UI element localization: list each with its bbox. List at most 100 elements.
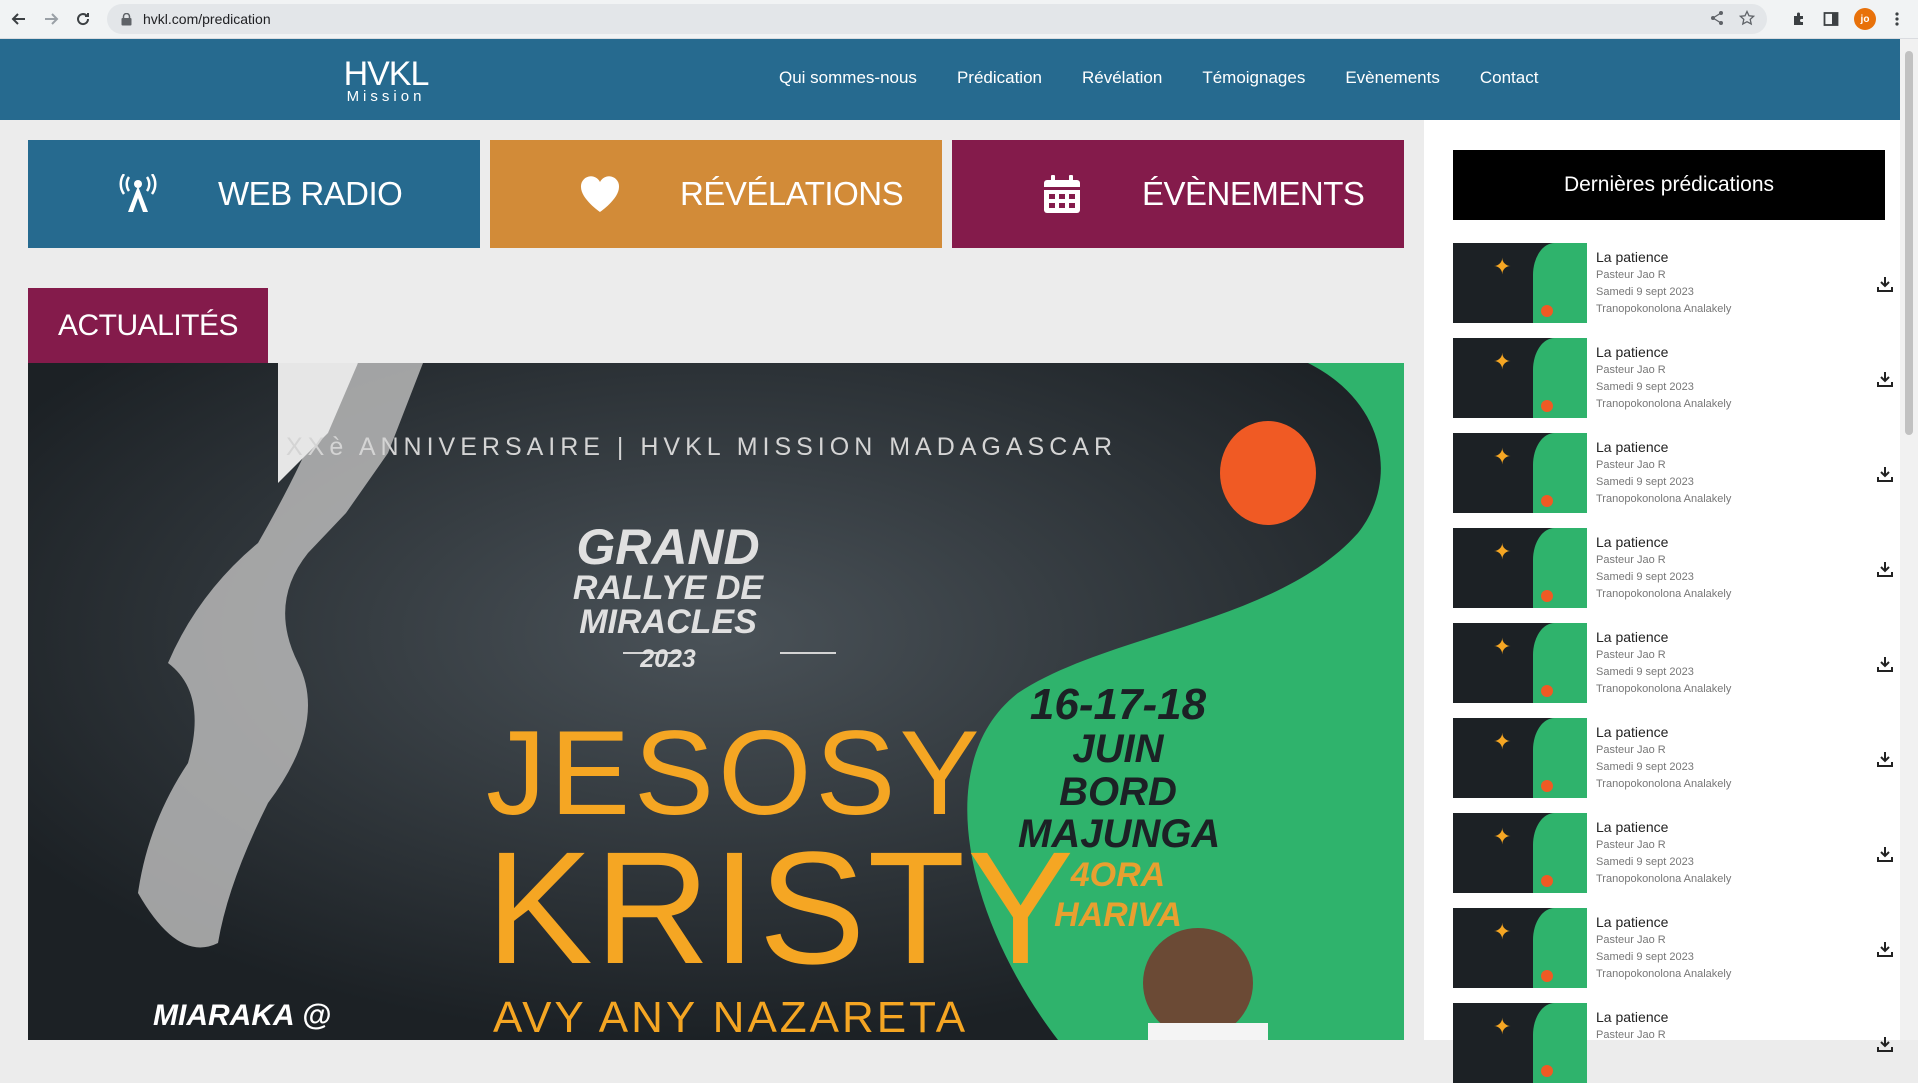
nav-revelation[interactable]: Révélation xyxy=(1082,68,1162,88)
sermon-item[interactable]: ✦ La patience Pasteur Jao R Samedi 9 sept 2… xyxy=(1453,243,1893,323)
share-icon[interactable] xyxy=(1709,10,1725,29)
sidebar-title: Dernières prédications xyxy=(1453,150,1885,220)
page-scrollbar[interactable] xyxy=(1900,39,1918,1040)
main-nav: Qui sommes-nous Prédication Révélation T… xyxy=(779,68,1578,88)
sermon-title[interactable]: La patience xyxy=(1596,724,1731,740)
sermon-title[interactable]: La patience xyxy=(1596,629,1731,645)
sermon-thumbnail[interactable]: ✦ xyxy=(1453,813,1587,893)
site-logo[interactable]: HVKL Mission xyxy=(338,57,434,104)
poster-title-kristy: KRISTY xyxy=(486,818,1076,997)
sermon-speaker: Pasteur Jao R xyxy=(1596,839,1666,851)
thumbnail-title-art: ✦ xyxy=(1493,634,1512,659)
nav-temoignages[interactable]: Témoignages xyxy=(1202,68,1305,88)
latest-sermons-sidebar: Dernières prédications ✦ La patience Paste… xyxy=(1424,120,1900,1083)
back-arrow-icon[interactable] xyxy=(6,6,32,32)
download-icon[interactable] xyxy=(1876,465,1894,483)
nav-evenements[interactable]: Evènements xyxy=(1345,68,1440,88)
download-icon[interactable] xyxy=(1876,370,1894,388)
poster-city: MAJUNGA xyxy=(1018,812,1221,856)
nav-predication[interactable]: Prédication xyxy=(957,68,1042,88)
sermon-title[interactable]: La patience xyxy=(1596,249,1731,265)
sermon-speaker: Pasteur Jao R xyxy=(1596,649,1666,661)
thumbnail-orange-dot xyxy=(1541,970,1553,982)
sermon-thumbnail[interactable]: ✦ xyxy=(1453,433,1587,513)
bookmark-star-icon[interactable] xyxy=(1738,9,1756,29)
news-poster-image[interactable]: XXè ANNIVERSAIRE | HVKL MISSION MADAGASC… xyxy=(28,363,1404,1040)
poster-grand: GRAND xyxy=(576,519,760,575)
forward-arrow-icon[interactable] xyxy=(38,6,64,32)
sermon-place: Tranopokonolona Analakely xyxy=(1596,493,1732,505)
sermon-item[interactable]: ✦ La patience Pasteur Jao R Samedi 9 sept 2… xyxy=(1453,623,1893,703)
download-icon[interactable] xyxy=(1876,1035,1894,1053)
thumbnail-orange-dot xyxy=(1541,1065,1553,1077)
url-text: hvkl.com/predication xyxy=(143,11,271,27)
poster-month: JUIN xyxy=(1072,727,1164,771)
sermon-item[interactable]: ✦ La patience Pasteur Jao R Samedi 9 sept 2… xyxy=(1453,718,1893,798)
poster-dates: 16-17-18 xyxy=(1029,680,1207,729)
sermon-item[interactable]: ✦ La patience Pasteur Jao R Samedi 9 sept 2… xyxy=(1453,338,1893,418)
side-panel-icon[interactable] xyxy=(1820,8,1842,30)
sermon-item[interactable]: ✦ La patience Pasteur Jao R Samedi 9 sept 2… xyxy=(1453,433,1893,513)
sermon-date: Samedi 9 sept 2023 xyxy=(1596,381,1694,393)
nav-qui-sommes-nous[interactable]: Qui sommes-nous xyxy=(779,68,917,88)
download-icon[interactable] xyxy=(1876,940,1894,958)
web-radio-label: WEB RADIO xyxy=(218,175,403,212)
sermon-thumbnail[interactable]: ✦ xyxy=(1453,243,1587,323)
extensions-puzzle-icon[interactable] xyxy=(1788,8,1810,30)
poster-title-nazareta: AVY ANY NAZARETA xyxy=(493,993,969,1040)
sermon-place: Tranopokonolona Analakely xyxy=(1596,588,1732,600)
sermon-item[interactable]: ✦ La patience Pasteur Jao R Samedi 9 sept 2… xyxy=(1453,813,1893,893)
sermon-item[interactable]: ✦ La patience Pasteur Jao R Samedi 9 sept 2… xyxy=(1453,908,1893,988)
sermon-thumbnail[interactable]: ✦ xyxy=(1453,718,1587,798)
download-icon[interactable] xyxy=(1876,560,1894,578)
sermon-info: La patience Pasteur Jao R Samedi 9 sept 20… xyxy=(1596,249,1731,318)
sermon-title[interactable]: La patience xyxy=(1596,1009,1668,1025)
sermon-info: La patience Pasteur Jao R xyxy=(1596,1009,1668,1044)
calendar-icon xyxy=(1032,174,1092,214)
sermon-title[interactable]: La patience xyxy=(1596,344,1731,360)
sermon-speaker: Pasteur Jao R xyxy=(1596,744,1666,756)
sermon-thumbnail[interactable]: ✦ xyxy=(1453,1003,1587,1083)
download-icon[interactable] xyxy=(1876,275,1894,293)
poster-rallye: RALLYE DE xyxy=(572,569,764,607)
sermon-speaker: Pasteur Jao R xyxy=(1596,554,1666,566)
thumbnail-orange-dot xyxy=(1541,875,1553,887)
sermon-thumbnail[interactable]: ✦ xyxy=(1453,528,1587,608)
sermon-title[interactable]: La patience xyxy=(1596,534,1731,550)
thumbnail-orange-dot xyxy=(1541,495,1553,507)
sermon-speaker: Pasteur Jao R xyxy=(1596,934,1666,946)
sermon-thumbnail[interactable]: ✦ xyxy=(1453,338,1587,418)
revelations-tile[interactable]: RÉVÉLATIONS xyxy=(490,140,942,248)
poster-title-jesosy: JESOSY xyxy=(486,706,984,840)
sermon-info: La patience Pasteur Jao R Samedi 9 sept 20… xyxy=(1596,439,1731,508)
thumbnail-orange-dot xyxy=(1541,590,1553,602)
sermon-info: La patience Pasteur Jao R Samedi 9 sept 20… xyxy=(1596,629,1731,698)
sermon-item[interactable]: ✦ La patience Pasteur Jao R Samedi 9 sept 2… xyxy=(1453,528,1893,608)
scrollbar-thumb[interactable] xyxy=(1905,51,1913,435)
sermon-thumbnail[interactable]: ✦ xyxy=(1453,623,1587,703)
sermon-info: La patience Pasteur Jao R Samedi 9 sept 20… xyxy=(1596,724,1731,793)
sermon-place: Tranopokonolona Analakely xyxy=(1596,398,1732,410)
sermon-title[interactable]: La patience xyxy=(1596,439,1731,455)
sermon-speaker: Pasteur Jao R xyxy=(1596,1029,1666,1041)
thumbnail-title-art: ✦ xyxy=(1493,919,1512,944)
poster-miaraka: MIARAKA @ xyxy=(153,999,332,1032)
sermon-thumbnail[interactable]: ✦ xyxy=(1453,908,1587,988)
download-icon[interactable] xyxy=(1876,655,1894,673)
web-radio-tile[interactable]: WEB RADIO xyxy=(28,140,480,248)
browser-toolbar: hvkl.com/predication jo xyxy=(0,0,1918,39)
sermon-item[interactable]: ✦ La patience Pasteur Jao R xyxy=(1453,1003,1893,1083)
menu-kebab-icon[interactable] xyxy=(1886,8,1908,30)
profile-avatar[interactable]: jo xyxy=(1854,8,1876,30)
sermon-title[interactable]: La patience xyxy=(1596,819,1731,835)
thumbnail-orange-dot xyxy=(1541,400,1553,412)
sermon-date: Samedi 9 sept 2023 xyxy=(1596,476,1694,488)
sermon-title[interactable]: La patience xyxy=(1596,914,1731,930)
nav-contact[interactable]: Contact xyxy=(1480,68,1539,88)
address-bar[interactable]: hvkl.com/predication xyxy=(107,4,1767,34)
download-icon[interactable] xyxy=(1876,845,1894,863)
events-label: ÉVÈNEMENTS xyxy=(1142,175,1365,212)
events-tile[interactable]: ÉVÈNEMENTS xyxy=(952,140,1404,248)
download-icon[interactable] xyxy=(1876,750,1894,768)
reload-icon[interactable] xyxy=(70,6,96,32)
